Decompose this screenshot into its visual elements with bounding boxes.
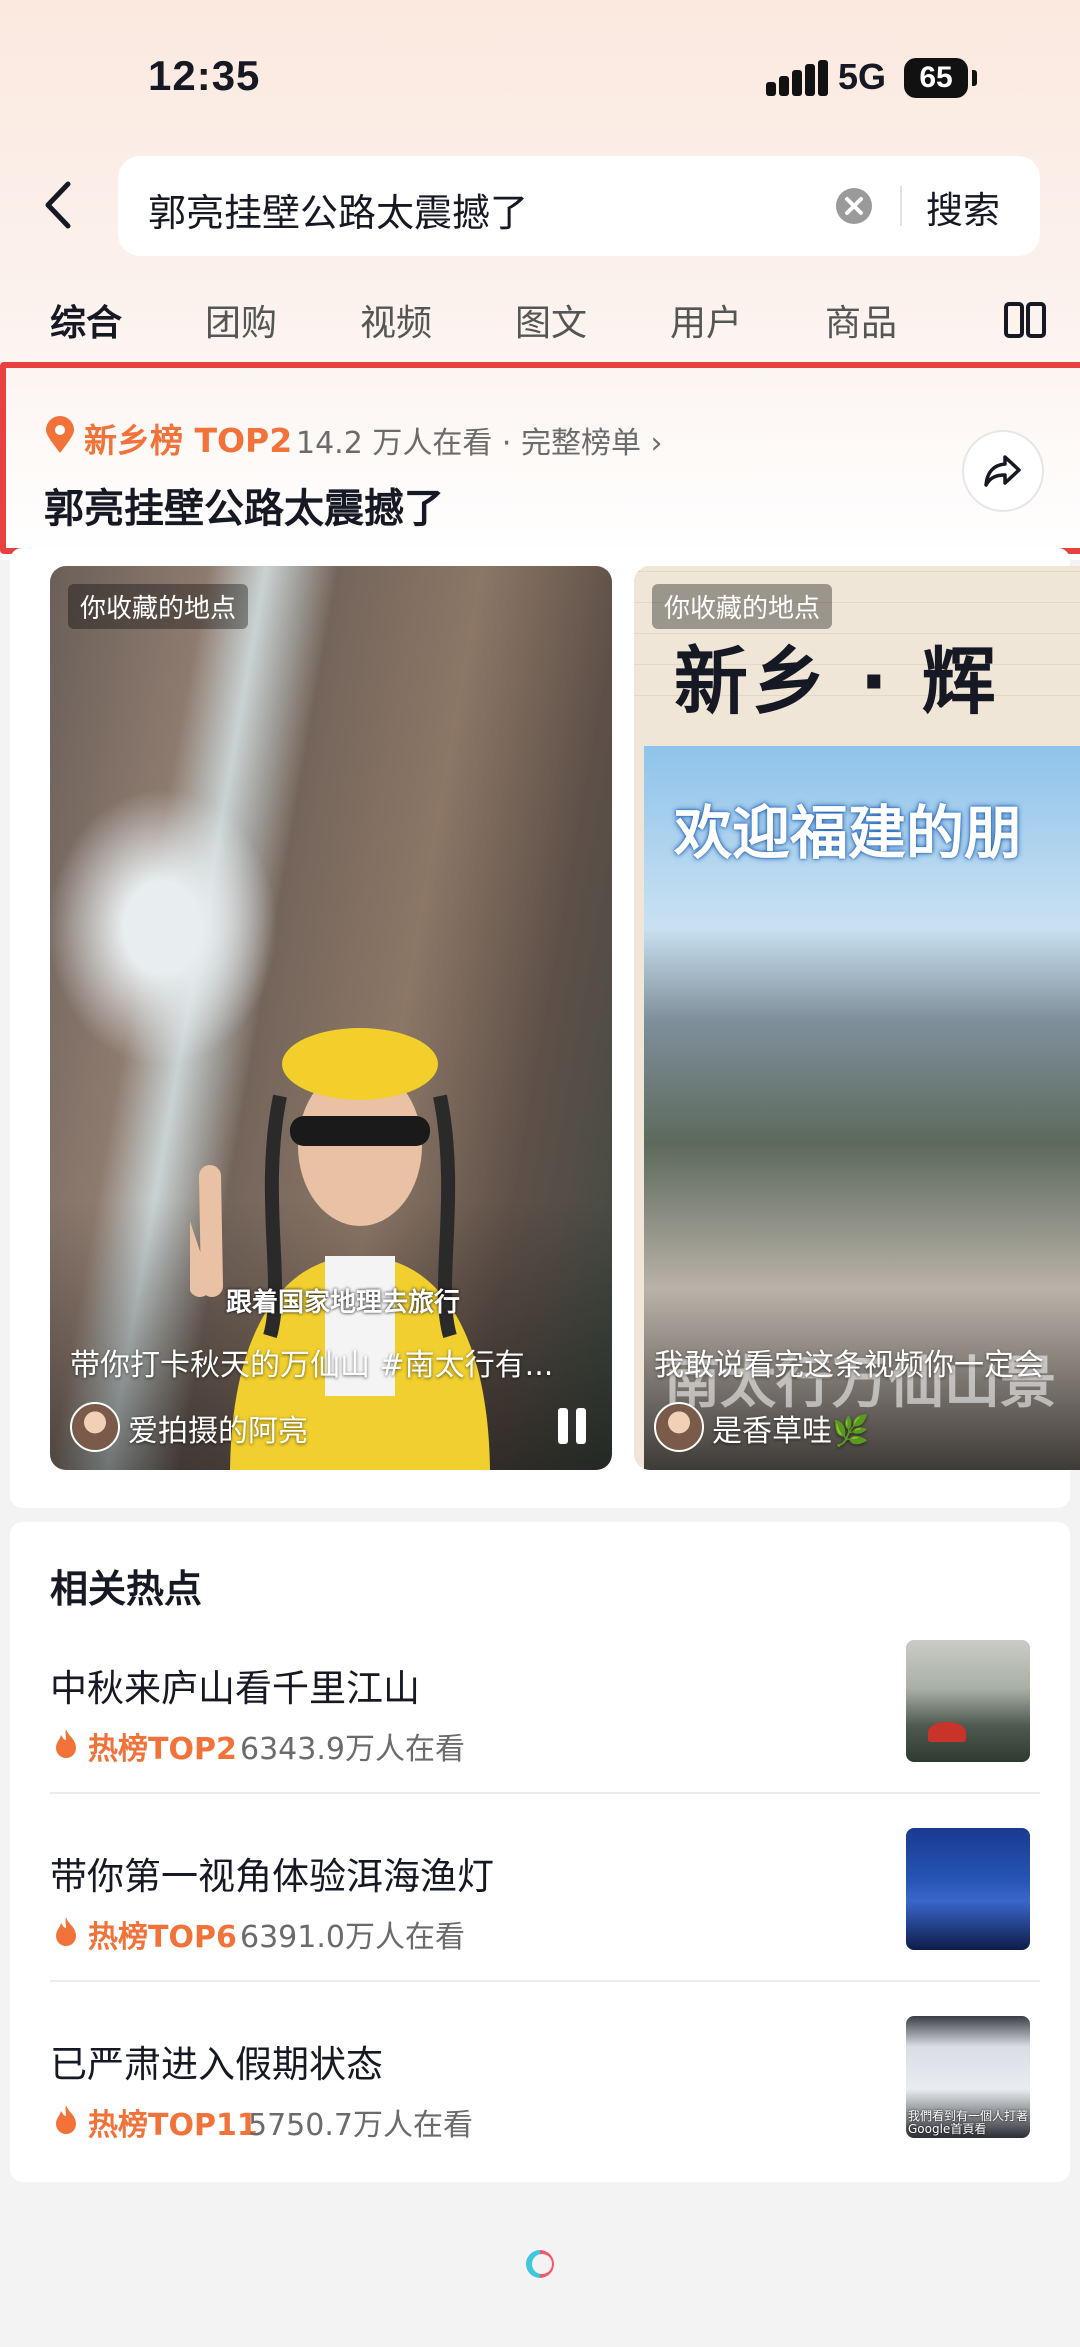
- author-name[interactable]: 爱拍摄的阿亮: [128, 1406, 308, 1450]
- video-overlay-text: 跟着国家地理去旅行: [226, 1288, 461, 1318]
- search-button[interactable]: 搜索: [926, 180, 1000, 234]
- tab-group-buy[interactable]: 团购: [205, 294, 277, 346]
- search-divider: [900, 186, 902, 226]
- tab-video[interactable]: 视频: [360, 294, 432, 346]
- hot-item-tag: 热榜TOP11: [88, 2108, 258, 2143]
- video-description: 我敢说看完这条视频你一定会: [654, 1348, 1044, 1383]
- network-type: 5G: [838, 56, 887, 97]
- fire-icon: [54, 1728, 78, 1758]
- battery-icon: 65: [904, 58, 968, 98]
- tab-products[interactable]: 商品: [825, 294, 897, 346]
- favorite-location-badge: 你收藏的地点: [652, 584, 833, 629]
- fire-icon: [54, 1916, 78, 1946]
- tab-grid-icon[interactable]: [1004, 300, 1046, 340]
- hot-item-title: 中秋来庐山看千里江山: [50, 1667, 420, 1710]
- video-card[interactable]: 你收藏的地点 跟着国家地理去旅行 带你打卡秋天的万仙山 #南太行有... 爱拍摄…: [50, 566, 612, 1470]
- hot-item-thumbnail: 我們看到有一個人打著Google首頁看: [906, 2016, 1030, 2138]
- related-title: 相关热点: [50, 1567, 203, 1611]
- share-button[interactable]: [962, 430, 1044, 512]
- divider: [50, 1792, 1040, 1794]
- hot-item-thumbnail: [906, 1640, 1030, 1762]
- author-avatar[interactable]: [654, 1402, 704, 1452]
- battery-tip: [972, 70, 977, 86]
- divider: [50, 1980, 1040, 1982]
- hot-item-title: 带你第一视角体验洱海渔灯: [50, 1855, 494, 1898]
- rank-meta-link[interactable]: 14.2 万人在看 · 完整榜单 ›: [296, 418, 662, 462]
- tab-bar: 综合 团购 视频 图文 用户 商品: [0, 282, 1080, 358]
- hot-item-views: 6343.9万人在看: [240, 1732, 465, 1767]
- tab-users[interactable]: 用户: [670, 294, 742, 346]
- location-pin-icon: [44, 416, 76, 454]
- tab-comprehensive[interactable]: 综合: [50, 294, 122, 346]
- back-arrow-icon[interactable]: [36, 180, 86, 230]
- author-name[interactable]: 是香草哇🌿: [712, 1406, 869, 1450]
- hot-item[interactable]: 中秋来庐山看千里江山 热榜TOP2 6343.9万人在看: [50, 1640, 1040, 1810]
- hot-item[interactable]: 已严肃进入假期状态 热榜TOP11 5750.7万人在看 我們看到有一個人打著G…: [50, 2016, 1040, 2186]
- video-thumbnail-figure: [190, 1028, 490, 1470]
- video-banner-text: 新乡 · 辉: [674, 639, 1000, 725]
- fire-icon: [54, 2104, 78, 2134]
- clear-icon[interactable]: [834, 186, 874, 226]
- status-time: 12:35: [148, 52, 261, 99]
- hot-item-thumbnail: [906, 1828, 1030, 1950]
- rank-card[interactable]: 新乡榜 TOP2 14.2 万人在看 · 完整榜单 › 郭亮挂壁公路太震撼了: [0, 362, 1080, 554]
- favorite-location-badge: 你收藏的地点: [68, 584, 249, 629]
- rank-tag: 新乡榜 TOP2: [84, 421, 293, 460]
- video-description: 带你打卡秋天的万仙山 #南太行有...: [70, 1348, 554, 1383]
- hot-item-title: 已严肃进入假期状态: [50, 2043, 383, 2086]
- tab-image-text[interactable]: 图文: [515, 294, 587, 346]
- hot-item-views: 5750.7万人在看: [248, 2108, 473, 2143]
- status-bar: 12:35 5G 65: [0, 0, 1080, 150]
- hot-item-views: 6391.0万人在看: [240, 1920, 465, 1955]
- hot-item-tag: 热榜TOP2: [88, 1732, 237, 1767]
- hot-item-tag: 热榜TOP6: [88, 1920, 237, 1955]
- author-avatar[interactable]: [70, 1402, 120, 1452]
- rank-title: 郭亮挂壁公路太震撼了: [44, 486, 444, 532]
- signal-icon: [766, 60, 830, 96]
- hot-item[interactable]: 带你第一视角体验洱海渔灯 热榜TOP6 6391.0万人在看: [50, 1828, 1040, 1998]
- search-box[interactable]: 郭亮挂壁公路太震撼了 搜索: [118, 156, 1040, 256]
- related-hotspots: 相关热点 中秋来庐山看千里江山 热榜TOP2 6343.9万人在看 带你第一视角…: [10, 1522, 1070, 2182]
- hot-item-thumbnail-caption: 我們看到有一個人打著Google首頁看: [908, 2109, 1029, 2136]
- video-photo-caption: 欢迎福建的朋: [674, 799, 1023, 867]
- share-icon: [984, 455, 1021, 487]
- pause-icon[interactable]: [558, 1408, 588, 1444]
- video-card[interactable]: 新乡 · 辉 欢迎福建的朋 南太行万仙山景 你收藏的地点 我敢说看完这条视频你一…: [634, 566, 1080, 1470]
- search-input[interactable]: 郭亮挂壁公路太震撼了: [148, 182, 528, 237]
- loading-spinner-icon: [526, 2250, 554, 2278]
